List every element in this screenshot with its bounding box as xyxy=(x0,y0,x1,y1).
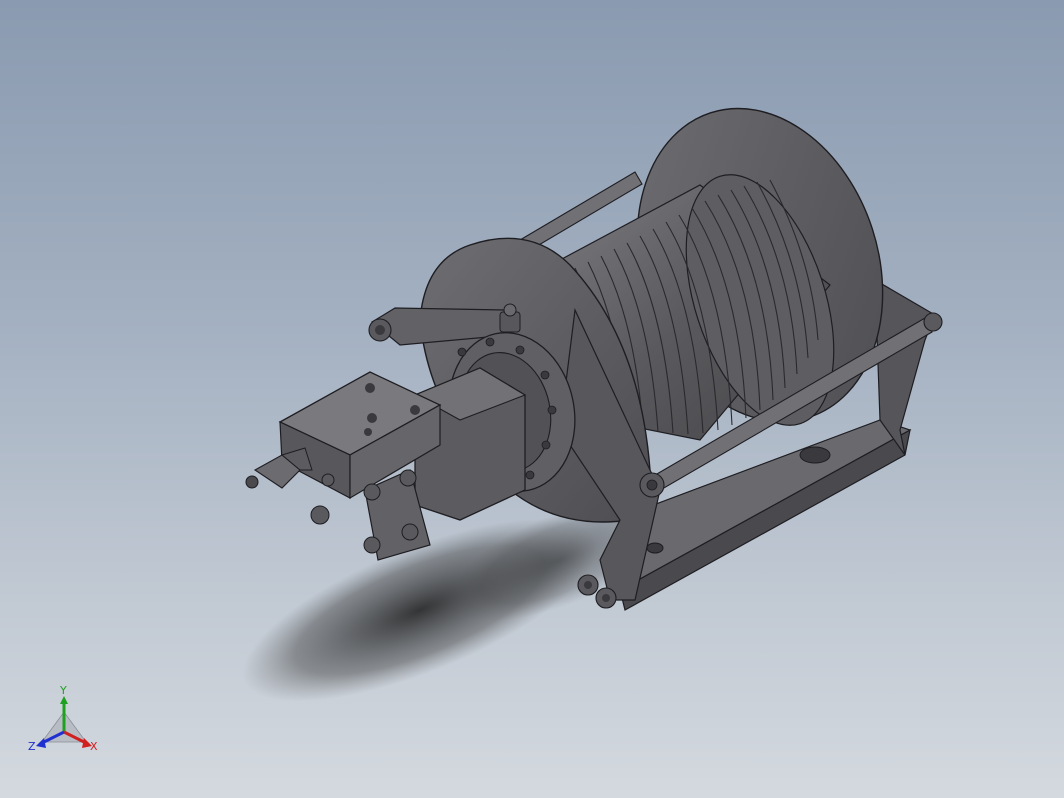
orientation-triad[interactable]: Y X Z xyxy=(22,682,112,762)
y-arrow-icon xyxy=(60,696,68,704)
graphics-viewport[interactable]: Y X Z xyxy=(0,0,1064,798)
y-axis-label: Y xyxy=(59,684,67,697)
x-axis-label: X xyxy=(90,740,98,753)
z-axis-label: Z xyxy=(28,740,36,753)
base-frame[interactable] xyxy=(619,419,912,611)
winch-3d-model[interactable] xyxy=(0,0,1064,798)
hydraulic-fitting[interactable] xyxy=(245,447,313,489)
